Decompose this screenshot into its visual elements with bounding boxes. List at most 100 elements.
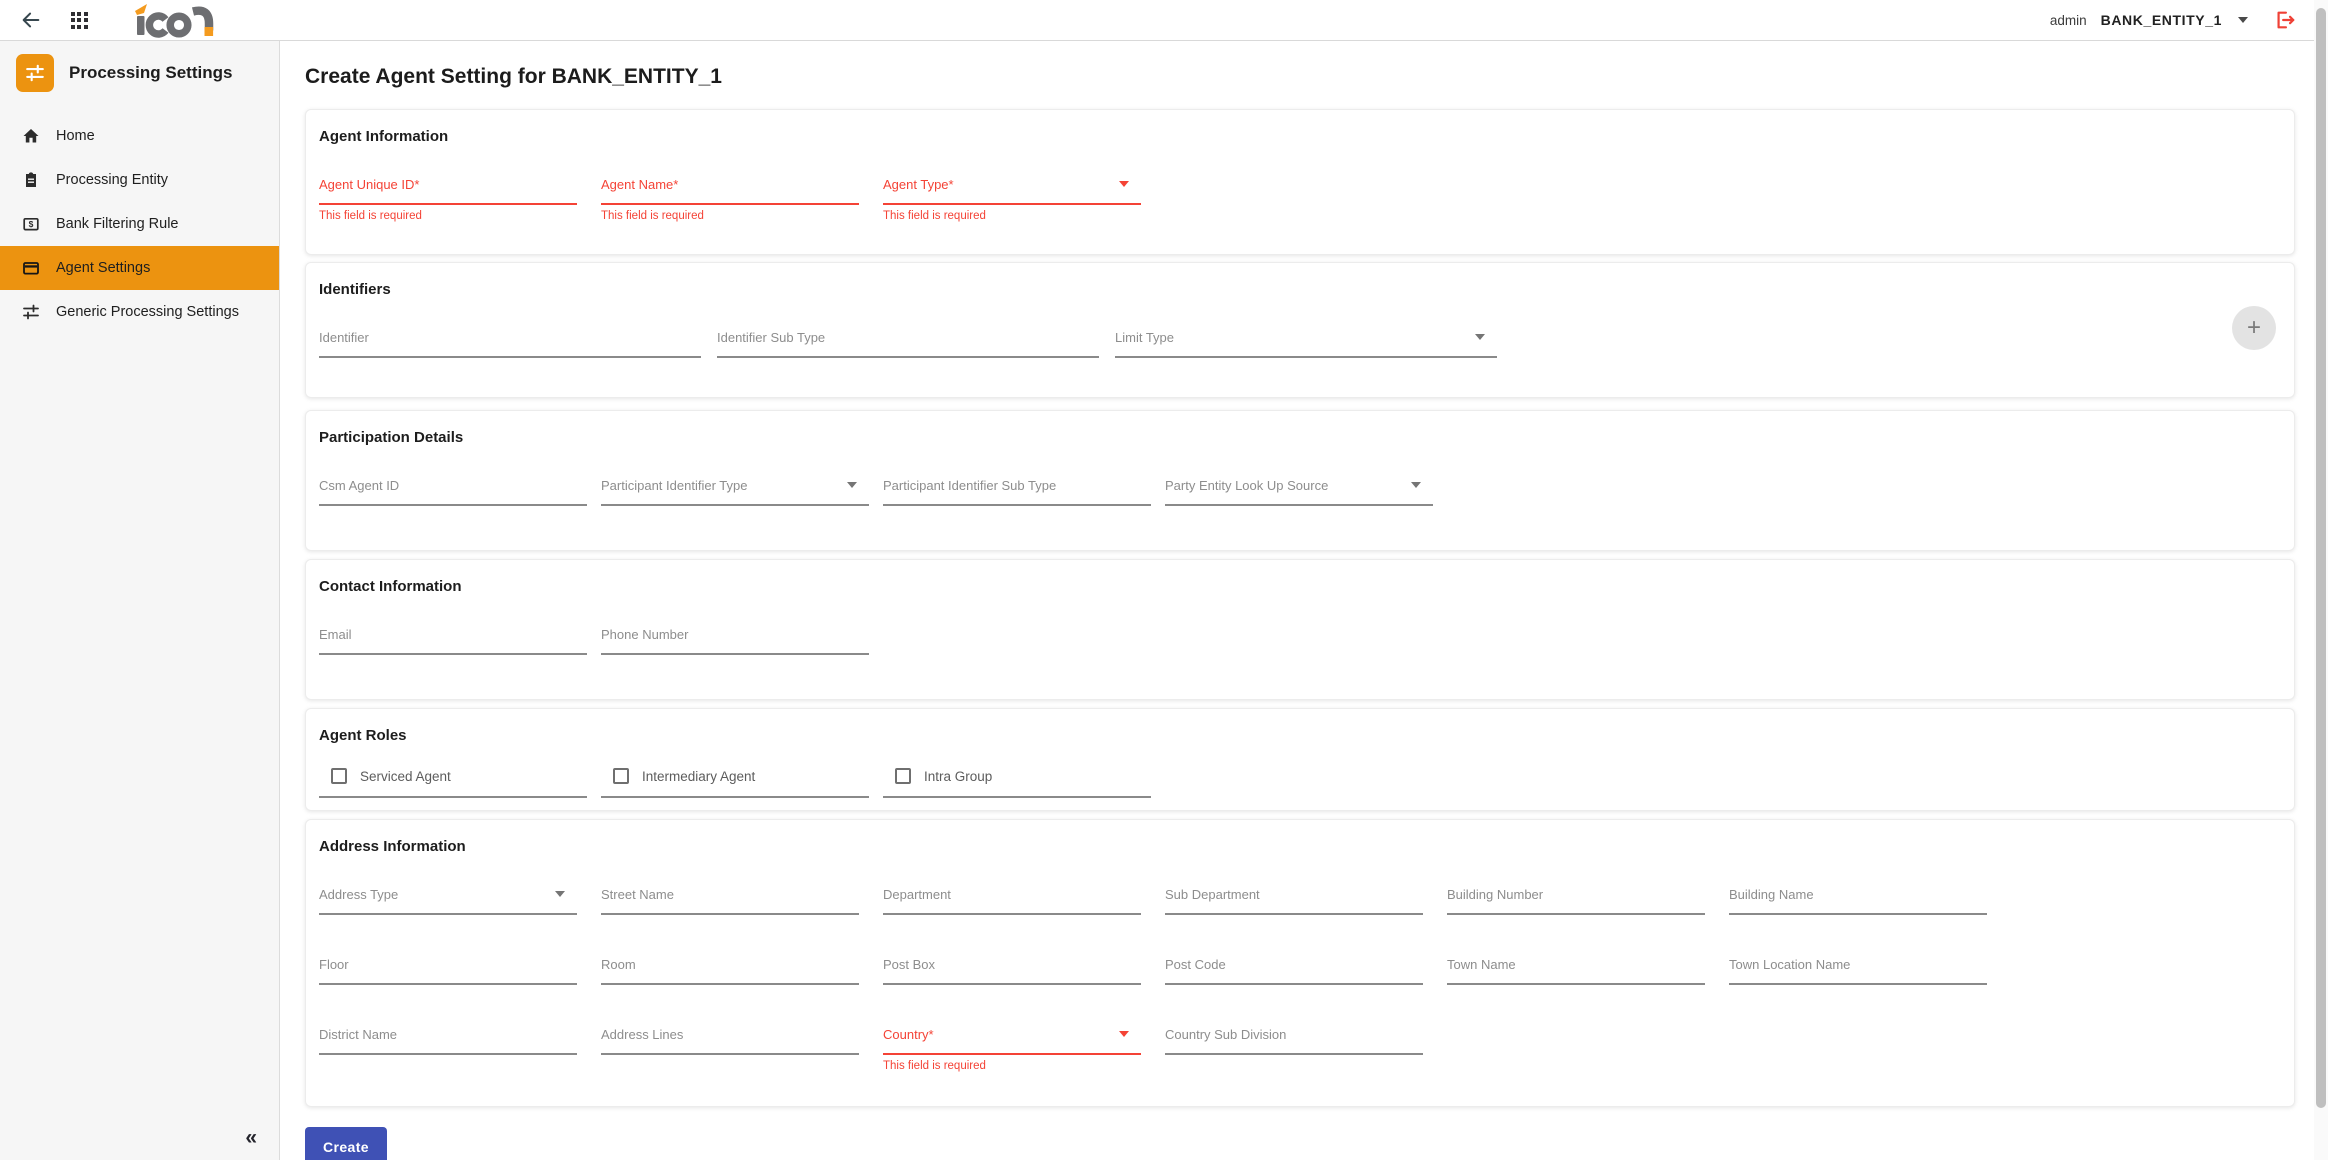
- svg-text:$: $: [29, 219, 34, 229]
- field-underline: [1165, 983, 1423, 985]
- field-underline: [319, 504, 587, 506]
- create-button[interactable]: Create: [305, 1127, 387, 1160]
- address-lines-input[interactable]: Address Lines: [601, 1027, 859, 1072]
- sidebar-collapse-icon[interactable]: «: [245, 1127, 257, 1148]
- town-name-input[interactable]: Town Name: [1447, 957, 1705, 985]
- identifier-sub-type-input[interactable]: Identifier Sub Type: [717, 330, 1099, 358]
- sidebar-item-bank-filtering-rule[interactable]: $ Bank Filtering Rule: [0, 202, 279, 246]
- apps-grid-icon[interactable]: [66, 7, 92, 33]
- post-code-input[interactable]: Post Code: [1165, 957, 1423, 985]
- field-label: Room: [601, 957, 636, 972]
- window-scrollbar[interactable]: [2314, 0, 2328, 1160]
- field-label: Department: [883, 887, 951, 902]
- checkbox-icon[interactable]: [331, 768, 347, 784]
- checkbox-icon[interactable]: [613, 768, 629, 784]
- field-label: Post Code: [1165, 957, 1226, 972]
- field-underline: [601, 913, 859, 915]
- sub-department-input[interactable]: Sub Department: [1165, 887, 1423, 915]
- sidebar-item-label: Generic Processing Settings: [56, 304, 239, 320]
- field-underline: [883, 203, 1141, 205]
- country-sub-division-input[interactable]: Country Sub Division: [1165, 1027, 1423, 1072]
- intermediary-agent-checkbox-field[interactable]: Intermediary Agent: [601, 768, 869, 798]
- dropdown-caret-icon: [555, 891, 565, 897]
- agent-unique-id-input[interactable]: Agent Unique ID* This field is required: [319, 177, 577, 222]
- town-location-name-input[interactable]: Town Location Name: [1729, 957, 1987, 985]
- section-title: Agent Roles: [319, 727, 407, 744]
- field-error-text: This field is required: [601, 210, 704, 222]
- field-label: Post Box: [883, 957, 936, 972]
- field-label: District Name: [319, 1027, 398, 1042]
- field-label: Phone Number: [601, 627, 689, 642]
- field-underline: [601, 653, 869, 655]
- scrollbar-thumb[interactable]: [2316, 8, 2326, 1108]
- field-label: Country*: [883, 1027, 934, 1042]
- field-label: Address Type: [319, 887, 399, 902]
- serviced-agent-checkbox-field[interactable]: Serviced Agent: [319, 768, 587, 798]
- chevron-down-icon[interactable]: [2238, 17, 2248, 23]
- clipboard-icon: [22, 171, 40, 189]
- checkbox-label: Intra Group: [924, 768, 993, 784]
- field-error-text: This field is required: [883, 210, 986, 222]
- field-underline: [601, 796, 869, 798]
- building-number-input[interactable]: Building Number: [1447, 887, 1705, 915]
- section-title: Participation Details: [319, 429, 464, 446]
- section-title: Contact Information: [319, 578, 462, 595]
- sidebar-item-agent-settings[interactable]: Agent Settings: [0, 246, 279, 290]
- checkbox-icon[interactable]: [895, 768, 911, 784]
- field-label: Participant Identifier Sub Type: [883, 478, 1057, 493]
- phone-number-input[interactable]: Phone Number: [601, 627, 869, 655]
- field-label: Participant Identifier Type: [601, 478, 748, 493]
- checkbox-label: Serviced Agent: [360, 768, 451, 784]
- sidebar-item-label: Processing Entity: [56, 172, 169, 188]
- sidebar-item-processing-entity[interactable]: Processing Entity: [0, 158, 279, 202]
- identifier-input[interactable]: Identifier: [319, 330, 701, 358]
- entity-selector[interactable]: BANK_ENTITY_1: [2101, 12, 2222, 28]
- limit-type-select[interactable]: Limit Type: [1115, 330, 1497, 358]
- sidebar-item-home[interactable]: Home: [0, 114, 279, 158]
- logout-icon[interactable]: [2272, 7, 2298, 33]
- field-underline: [1115, 356, 1497, 358]
- field-label: Building Number: [1447, 887, 1544, 902]
- department-input[interactable]: Department: [883, 887, 1141, 915]
- field-label: Party Entity Look Up Source: [1165, 478, 1329, 493]
- dropdown-caret-icon: [1119, 181, 1129, 187]
- floor-input[interactable]: Floor: [319, 957, 577, 985]
- country-select[interactable]: Country* This field is required: [883, 1027, 1141, 1072]
- field-underline: [883, 983, 1141, 985]
- field-underline: [319, 983, 577, 985]
- add-identifier-button[interactable]: +: [2232, 306, 2276, 350]
- field-label: Email: [319, 627, 352, 642]
- field-error-text: This field is required: [319, 210, 422, 222]
- field-underline: [883, 1053, 1141, 1055]
- tune-icon: [22, 303, 40, 321]
- street-name-input[interactable]: Street Name: [601, 887, 859, 915]
- top-bar: admin BANK_ENTITY_1: [0, 0, 2328, 41]
- field-underline: [319, 796, 587, 798]
- section-participation-details: Participation Details Csm Agent ID Parti…: [305, 410, 2295, 551]
- post-box-input[interactable]: Post Box: [883, 957, 1141, 985]
- district-name-input[interactable]: District Name: [319, 1027, 577, 1072]
- address-type-select[interactable]: Address Type: [319, 887, 577, 915]
- party-entity-look-up-source-select[interactable]: Party Entity Look Up Source: [1165, 478, 1433, 506]
- participant-identifier-sub-type-input[interactable]: Participant Identifier Sub Type: [883, 478, 1151, 506]
- building-name-input[interactable]: Building Name: [1729, 887, 1987, 915]
- card-icon: [22, 259, 40, 277]
- field-underline: [883, 913, 1141, 915]
- sidebar-item-generic-processing-settings[interactable]: Generic Processing Settings: [0, 290, 279, 334]
- email-input[interactable]: Email: [319, 627, 587, 655]
- field-label: Identifier: [319, 330, 369, 345]
- logged-in-user: admin: [2049, 12, 2087, 28]
- sidebar: Processing Settings Home Processing Enti…: [0, 41, 280, 1160]
- intra-group-checkbox-field[interactable]: Intra Group: [883, 768, 1151, 798]
- room-input[interactable]: Room: [601, 957, 859, 985]
- page-title: Create Agent Setting for BANK_ENTITY_1: [305, 65, 722, 88]
- field-label: Sub Department: [1165, 887, 1260, 902]
- field-underline: [1165, 913, 1423, 915]
- home-icon: [22, 127, 40, 145]
- agent-name-input[interactable]: Agent Name* This field is required: [601, 177, 859, 222]
- field-label: Address Lines: [601, 1027, 684, 1042]
- back-arrow-icon[interactable]: [18, 7, 44, 33]
- participant-identifier-type-select[interactable]: Participant Identifier Type: [601, 478, 869, 506]
- csm-agent-id-input[interactable]: Csm Agent ID: [319, 478, 587, 506]
- agent-type-select[interactable]: Agent Type* This field is required: [883, 177, 1141, 222]
